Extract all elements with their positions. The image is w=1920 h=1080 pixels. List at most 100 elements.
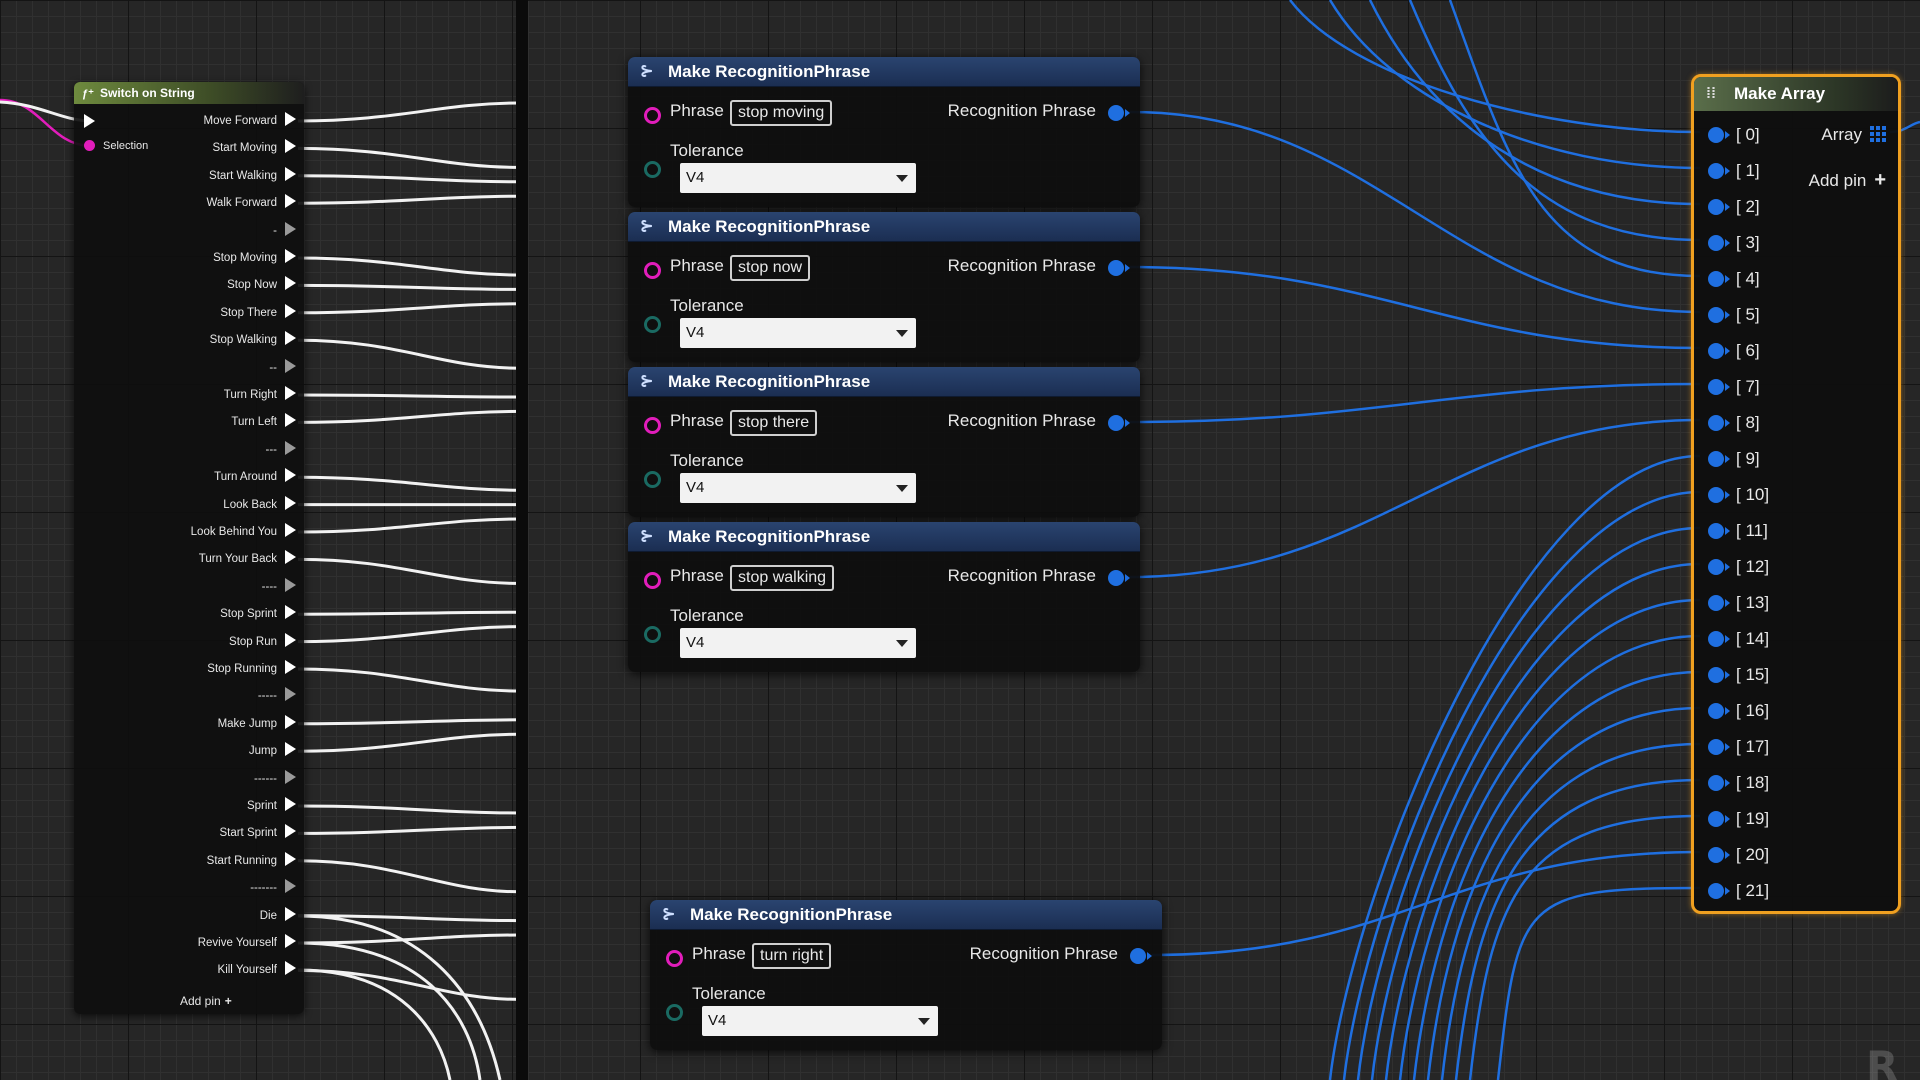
phrase-input-pin[interactable] bbox=[644, 572, 661, 589]
array-input-pin[interactable]: [ 9] bbox=[1708, 449, 1760, 469]
tolerance-dropdown[interactable]: V4 bbox=[680, 318, 916, 348]
switch-output-pin[interactable]: Stop Walking bbox=[210, 331, 296, 349]
make-recognition-phrase-node[interactable]: ⊱ Make RecognitionPhrase Phrase stop walkin… bbox=[628, 522, 1140, 672]
phrase-text-input[interactable]: stop moving bbox=[730, 100, 833, 126]
switch-output-pin[interactable]: Move Forward bbox=[204, 112, 296, 130]
switch-output-pin[interactable]: ------ bbox=[254, 769, 296, 788]
switch-output-pin[interactable]: Revive Yourself bbox=[198, 934, 296, 952]
switch-output-pin[interactable]: Turn Left bbox=[231, 413, 296, 431]
recognition-phrase-output-pin[interactable] bbox=[1130, 948, 1152, 964]
switch-output-label: Walk Forward bbox=[206, 197, 278, 210]
switch-node-header[interactable]: ƒ⁺ Switch on String bbox=[74, 82, 304, 104]
array-input-pin[interactable]: [ 21] bbox=[1708, 881, 1769, 901]
exec-input-pin[interactable] bbox=[84, 114, 95, 128]
switch-output-pin[interactable]: Start Sprint bbox=[219, 824, 296, 842]
make-recognition-phrase-node[interactable]: ⊱ Make RecognitionPhrase Phrase stop now Rec… bbox=[628, 212, 1140, 362]
switch-output-pin[interactable]: ---- bbox=[262, 577, 296, 596]
switch-output-pin[interactable]: Start Moving bbox=[212, 139, 296, 157]
phrase-node-header[interactable]: ⊱ Make RecognitionPhrase bbox=[628, 367, 1140, 397]
switch-output-pin[interactable]: Turn Right bbox=[224, 386, 296, 404]
tolerance-dropdown[interactable]: V4 bbox=[680, 163, 916, 193]
array-input-pin[interactable]: [ 11] bbox=[1708, 521, 1768, 541]
recognition-phrase-output-pin[interactable] bbox=[1108, 260, 1130, 276]
array-input-pin[interactable]: [ 13] bbox=[1708, 593, 1769, 613]
phrase-input-pin[interactable] bbox=[666, 950, 683, 967]
array-input-pin[interactable]: [ 14] bbox=[1708, 629, 1769, 649]
recognition-phrase-output-pin[interactable] bbox=[1108, 570, 1130, 586]
switch-output-pin[interactable]: Stop There bbox=[220, 303, 296, 322]
array-input-pin[interactable]: [ 2] bbox=[1708, 197, 1760, 217]
array-input-pin[interactable]: [ 17] bbox=[1708, 737, 1769, 757]
phrase-text-input[interactable]: turn right bbox=[752, 943, 832, 969]
array-input-pin[interactable]: [ 1] bbox=[1708, 161, 1760, 181]
phrase-node-header[interactable]: ⊱ Make RecognitionPhrase bbox=[650, 900, 1162, 930]
phrase-node-header[interactable]: ⊱ Make RecognitionPhrase bbox=[628, 212, 1140, 242]
array-add-pin-button[interactable]: Add pin + bbox=[1809, 169, 1886, 192]
panel-divider[interactable] bbox=[516, 0, 528, 1080]
tolerance-input-pin[interactable] bbox=[644, 161, 661, 178]
switch-output-pin[interactable]: ------- bbox=[250, 879, 296, 897]
switch-on-string-node[interactable]: ƒ⁺ Switch on String Selection Move Forwar… bbox=[74, 82, 304, 1014]
switch-output-pin[interactable]: Stop Sprint bbox=[220, 605, 296, 623]
array-input-pin[interactable]: [ 5] bbox=[1708, 305, 1760, 325]
switch-output-pin[interactable]: ----- bbox=[258, 687, 296, 705]
array-input-pin[interactable]: [ 10] bbox=[1708, 485, 1769, 505]
phrase-input-pin[interactable] bbox=[644, 262, 661, 279]
tolerance-input-pin[interactable] bbox=[644, 316, 661, 333]
switch-output-pin[interactable]: Make Jump bbox=[218, 714, 296, 733]
array-input-pin[interactable]: [ 15] bbox=[1708, 665, 1769, 685]
array-input-pin[interactable]: [ 18] bbox=[1708, 773, 1769, 793]
switch-output-pin[interactable]: Turn Your Back bbox=[199, 550, 296, 568]
tolerance-dropdown[interactable]: V4 bbox=[680, 628, 916, 658]
phrase-text-input[interactable]: stop there bbox=[730, 410, 818, 436]
tolerance-dropdown[interactable]: V4 bbox=[702, 1006, 938, 1036]
array-input-pin[interactable]: [ 16] bbox=[1708, 701, 1769, 721]
recognition-phrase-output-pin[interactable] bbox=[1108, 105, 1130, 121]
switch-output-pin[interactable]: Start Running bbox=[207, 851, 296, 870]
array-input-pin[interactable]: [ 12] bbox=[1708, 557, 1769, 577]
switch-output-pin[interactable]: --- bbox=[266, 440, 296, 459]
switch-output-pin[interactable]: Look Back bbox=[223, 495, 296, 514]
phrase-node-header[interactable]: ⊱ Make RecognitionPhrase bbox=[628, 57, 1140, 87]
switch-add-pin-button[interactable]: Add pin + bbox=[180, 994, 232, 1008]
switch-output-pin[interactable]: Die bbox=[260, 906, 296, 925]
phrase-node-header[interactable]: ⊱ Make RecognitionPhrase bbox=[628, 522, 1140, 552]
switch-output-pin[interactable]: -- bbox=[269, 358, 296, 377]
array-input-pin[interactable]: [ 7] bbox=[1708, 377, 1760, 397]
switch-output-pin[interactable]: Stop Moving bbox=[213, 249, 296, 267]
phrase-text-input[interactable]: stop walking bbox=[730, 565, 835, 591]
switch-output-pin[interactable]: Kill Yourself bbox=[218, 961, 296, 979]
array-input-pin[interactable]: [ 0] bbox=[1708, 125, 1760, 145]
array-output-pin[interactable]: Array bbox=[1821, 125, 1886, 145]
array-input-pin[interactable]: [ 3] bbox=[1708, 233, 1760, 253]
tolerance-input-pin[interactable] bbox=[644, 471, 661, 488]
switch-output-pin[interactable]: Stop Run bbox=[229, 632, 296, 651]
make-recognition-phrase-node[interactable]: ⊱ Make RecognitionPhrase Phrase stop moving… bbox=[628, 57, 1140, 207]
switch-output-pin[interactable]: Start Walking bbox=[209, 166, 296, 185]
array-input-pin[interactable]: [ 4] bbox=[1708, 269, 1760, 289]
switch-output-pin[interactable]: Stop Now bbox=[227, 276, 296, 294]
recognition-phrase-output-pin[interactable] bbox=[1108, 415, 1130, 431]
switch-output-pin[interactable]: Stop Running bbox=[207, 660, 296, 678]
switch-output-pin[interactable]: Sprint bbox=[247, 797, 296, 815]
switch-output-pin[interactable]: Look Behind You bbox=[191, 523, 296, 541]
switch-output-pin[interactable]: Walk Forward bbox=[206, 194, 296, 212]
selection-pin[interactable]: Selection bbox=[84, 140, 148, 152]
tolerance-input-pin[interactable] bbox=[644, 626, 661, 643]
switch-output-pin[interactable]: Turn Around bbox=[214, 468, 296, 486]
tolerance-input-pin[interactable] bbox=[666, 1004, 683, 1021]
make-array-node[interactable]: ⁞⁞ Make Array Array Add pin + [ 0] [ 1] [ 2]… bbox=[1691, 74, 1901, 914]
make-recognition-phrase-node[interactable]: ⊱ Make RecognitionPhrase Phrase stop there R… bbox=[628, 367, 1140, 517]
array-input-pin[interactable]: [ 8] bbox=[1708, 413, 1760, 433]
make-recognition-phrase-node[interactable]: ⊱ Make RecognitionPhrase Phrase turn right R… bbox=[650, 900, 1162, 1050]
array-input-pin[interactable]: [ 20] bbox=[1708, 845, 1769, 865]
array-input-pin[interactable]: [ 6] bbox=[1708, 341, 1760, 361]
tolerance-dropdown[interactable]: V4 bbox=[680, 473, 916, 503]
phrase-input-pin[interactable] bbox=[644, 417, 661, 434]
phrase-input-pin[interactable] bbox=[644, 107, 661, 124]
make-array-header[interactable]: ⁞⁞ Make Array bbox=[1694, 77, 1898, 111]
switch-output-pin[interactable]: Jump bbox=[249, 742, 296, 760]
switch-output-pin[interactable]: - bbox=[273, 221, 296, 240]
phrase-text-input[interactable]: stop now bbox=[730, 255, 811, 281]
array-input-pin[interactable]: [ 19] bbox=[1708, 809, 1769, 829]
